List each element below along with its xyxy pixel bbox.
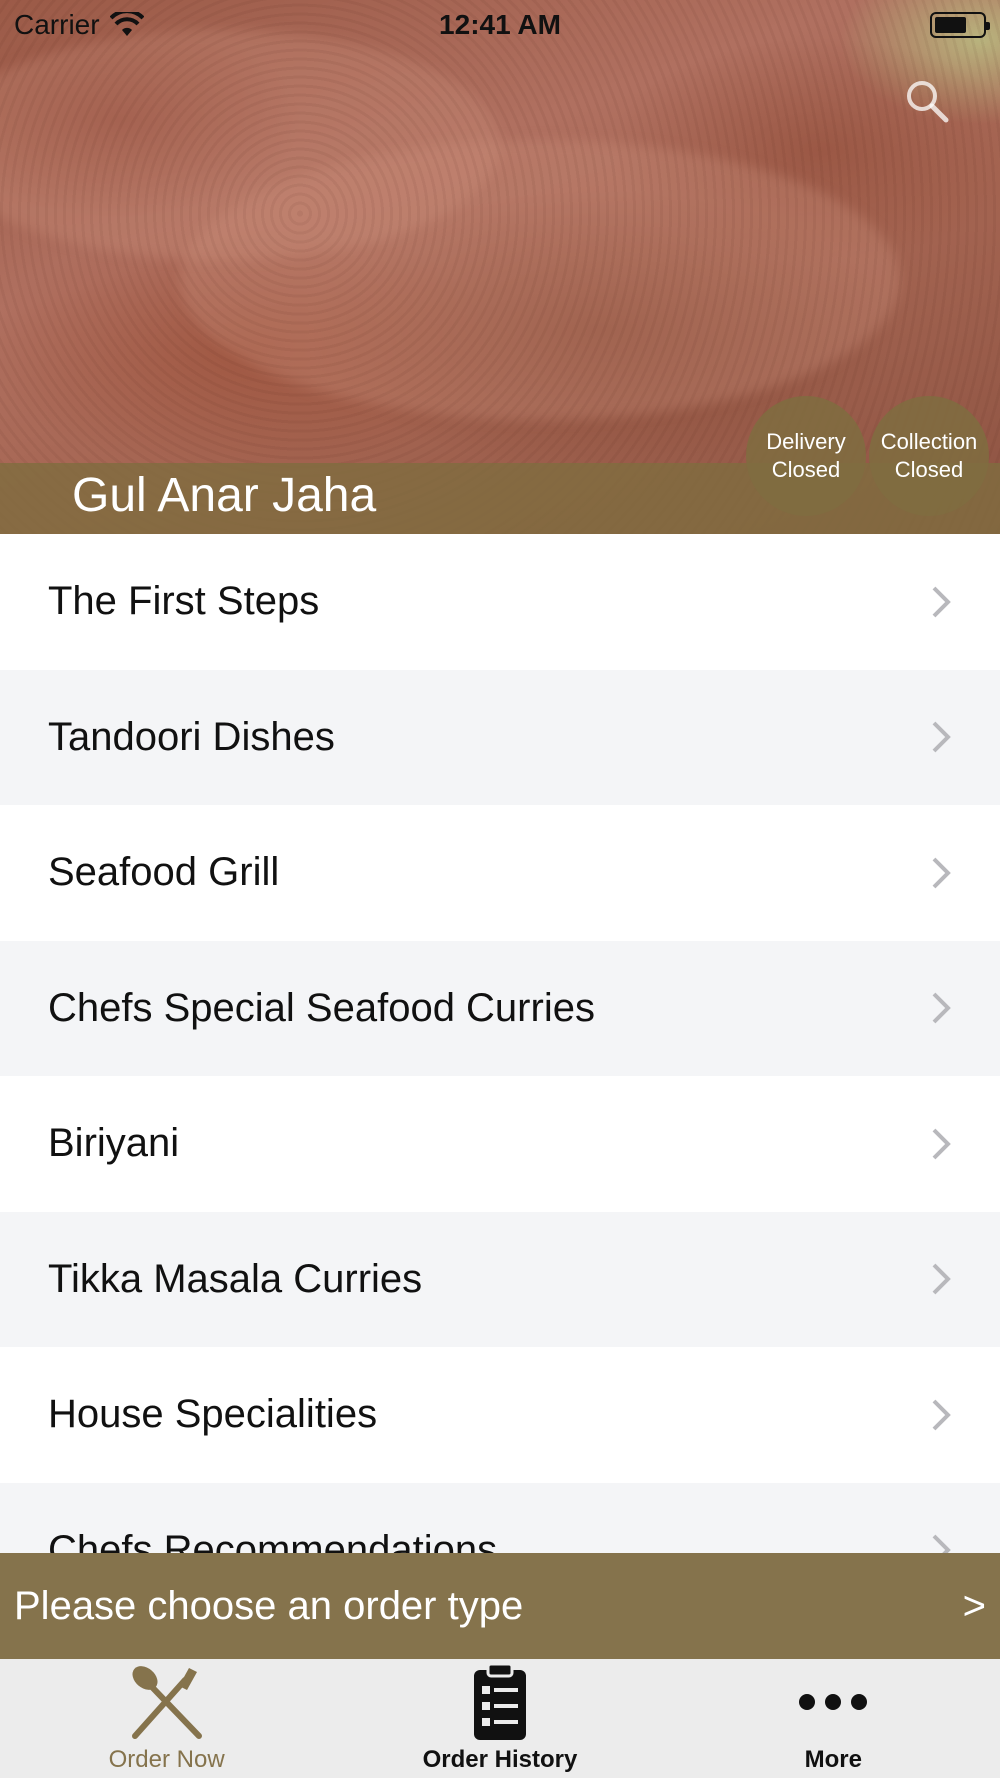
order-type-arrow: > [962,1583,986,1628]
fork-knife-icon [131,1666,202,1739]
menu-category-row[interactable]: Tandoori Dishes [0,669,1000,805]
tab-label: Order Now [108,1746,225,1773]
tab-label: More [804,1746,862,1773]
delivery-status-badge: Delivery Closed [746,396,866,516]
order-type-label: Please choose an order type [14,1583,524,1628]
chevron-right-icon [932,1534,951,1553]
status-bar: Carrier 12:41 AM [0,0,1000,50]
order-type-button[interactable]: Please choose an order type > [0,1553,1000,1659]
tab-label: Order History [422,1746,578,1773]
chevron-right-icon [932,721,951,753]
chevron-right-icon [932,1128,951,1160]
menu-category-row[interactable]: Biriyani [0,1076,1000,1212]
menu-category-row[interactable]: House Specialities [0,1347,1000,1483]
collection-status-badge: Collection Closed [869,396,989,516]
carrier-label: Carrier [14,9,100,40]
tab-order-now[interactable]: Order Now [47,1662,287,1774]
menu-category-label: Seafood Grill [48,850,280,895]
wifi-icon [109,12,144,36]
tab-order-history[interactable]: Order History [380,1662,620,1774]
chevron-right-icon [932,1399,951,1431]
menu-category-label: Chefs Special Seafood Curries [48,985,595,1030]
tab-more[interactable]: More [713,1662,953,1774]
menu-category-label: Chefs Recommendations [48,1527,498,1553]
ellipsis-icon [799,1694,868,1710]
battery-icon [930,12,990,38]
menu-category-row[interactable]: Chefs Recommendations [0,1482,1000,1553]
menu-category-label: The First Steps [48,579,320,624]
menu-category-label: Biriyani [48,1121,180,1166]
menu-category-row[interactable]: Chefs Special Seafood Curries [0,940,1000,1076]
status-time: 12:41 AM [439,9,561,40]
chevron-right-icon [932,586,951,618]
search-icon[interactable] [904,78,950,124]
chevron-right-icon [932,1263,951,1295]
menu-category-row[interactable]: Tikka Masala Curries [0,1211,1000,1347]
menu-category-list[interactable]: The First Steps Tandoori Dishes Seafood … [0,534,1000,1553]
menu-category-label: House Specialities [48,1392,378,1437]
tab-bar: Order Now Order History More [0,1659,1000,1778]
menu-category-label: Tandoori Dishes [48,714,335,759]
chevron-right-icon [932,992,951,1024]
restaurant-name: Gul Anar Jaha [72,469,377,522]
menu-category-row[interactable]: The First Steps [0,534,1000,670]
menu-category-row[interactable]: Seafood Grill [0,805,1000,941]
clipboard-list-icon [473,1662,526,1740]
chevron-right-icon [932,857,951,889]
menu-category-label: Tikka Masala Curries [48,1256,423,1301]
